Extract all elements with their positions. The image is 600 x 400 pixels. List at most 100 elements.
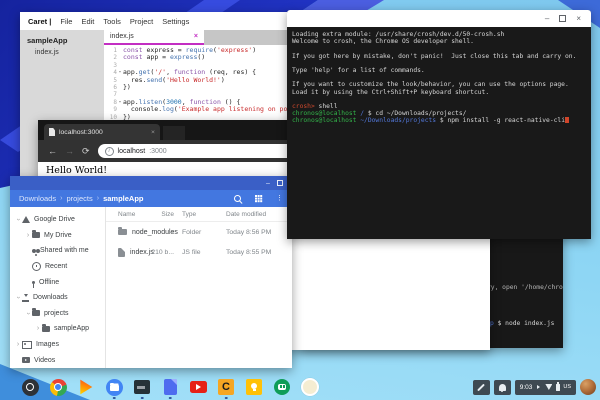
- terminal-text: chronos@localhost: [292, 110, 360, 117]
- code-token: (): [197, 54, 205, 61]
- breadcrumb-separator: ›: [60, 195, 62, 202]
- battery-icon: [556, 384, 560, 391]
- chevron-right-icon[interactable]: ›: [34, 325, 42, 332]
- youtube-icon: [190, 381, 207, 393]
- shelf-app-caret[interactable]: C: [217, 378, 235, 396]
- browser-tab-localhost[interactable]: localhost:3000 ×: [44, 124, 160, 140]
- files-list-header: NameSizeTypeDate modified: [106, 207, 292, 222]
- shelf-app-play[interactable]: [77, 378, 95, 396]
- shelf-app-youtube[interactable]: [189, 378, 207, 396]
- page-info-icon[interactable]: i: [105, 147, 114, 156]
- menu-item-settings[interactable]: Settings: [162, 17, 189, 26]
- code-token: express: [170, 54, 197, 61]
- sidebar-item-google-drive[interactable]: ›Google Drive: [10, 212, 105, 228]
- maximize-icon[interactable]: [559, 15, 566, 22]
- chevron-down-icon[interactable]: ›: [15, 216, 22, 224]
- menu-item-file[interactable]: File: [60, 17, 72, 26]
- new-tab-button[interactable]: [163, 126, 185, 140]
- terminal-line: [292, 45, 591, 52]
- page-text: Hello World!: [46, 165, 107, 176]
- terminal-line: [292, 60, 591, 67]
- grid-view-icon[interactable]: [255, 195, 262, 202]
- minimize-icon[interactable]: –: [266, 180, 270, 187]
- menu-item-tools[interactable]: Tools: [103, 17, 121, 26]
- column-header-type[interactable]: Type: [174, 211, 218, 218]
- sidebar-item-shared-with-me[interactable]: Shared with me: [10, 243, 105, 259]
- column-header-date-modified[interactable]: Date modified: [218, 211, 292, 218]
- crosh-terminal-body[interactable]: Loading extra module: /usr/share/crosh/d…: [287, 27, 591, 239]
- maximize-icon[interactable]: [277, 180, 283, 186]
- wifi-icon: [545, 384, 552, 390]
- page-icon: [49, 128, 55, 136]
- files-list: NameSizeTypeDate modified node_modules--…: [106, 207, 292, 368]
- sidebar-item-projects[interactable]: ›projects: [10, 306, 105, 322]
- search-icon[interactable]: [234, 195, 241, 202]
- column-header-name[interactable]: Name: [106, 211, 144, 218]
- url-host: localhost: [118, 148, 146, 155]
- user-avatar[interactable]: [580, 379, 596, 395]
- line-number: 4: [104, 69, 117, 76]
- shelf-app-ring[interactable]: [301, 378, 319, 396]
- file-icon: [118, 248, 125, 257]
- column-header-size[interactable]: Size: [144, 211, 174, 218]
- terminal-text: If you got here by mistake, don't panic!…: [292, 53, 576, 60]
- back-icon[interactable]: ←: [48, 147, 57, 156]
- chevron-right-icon[interactable]: ›: [24, 232, 32, 239]
- menu-item-project[interactable]: Project: [130, 17, 153, 26]
- shelf-app-launcher[interactable]: [21, 378, 39, 396]
- terminal-text: chronos@localhost: [292, 117, 360, 124]
- sidebar-item-images[interactable]: › Images: [10, 337, 105, 353]
- sidebar-item-my-drive[interactable]: ›My Drive: [10, 228, 105, 244]
- sidebar-item-downloads[interactable]: ›Downloads: [10, 290, 105, 306]
- sidebar-item-videos[interactable]: Videos: [10, 352, 105, 368]
- hangouts-icon: [274, 379, 290, 395]
- menu-item-edit[interactable]: Edit: [81, 17, 94, 26]
- code-token: log: [162, 106, 174, 113]
- drive-icon: [22, 216, 30, 223]
- chevron-right-icon[interactable]: ›: [14, 341, 22, 348]
- breadcrumb-projects[interactable]: projects: [66, 194, 92, 203]
- system-tray[interactable]: 9:03 US: [515, 380, 576, 395]
- code-token: const: [123, 54, 143, 61]
- terminal-node-prompt: p $ node index.js: [490, 320, 554, 327]
- running-indicator: [113, 397, 116, 400]
- line-number: 5: [104, 77, 117, 84]
- files-sidebar: ›Google Drive›My DriveShared with meRece…: [10, 207, 106, 368]
- shelf-app-keep[interactable]: [245, 378, 263, 396]
- stylus-button[interactable]: [473, 380, 490, 395]
- file-row-index.js[interactable]: index.js210 b...JS fileToday 8:55 PM: [106, 242, 292, 262]
- caret-tab-indexjs[interactable]: index.js ×: [104, 30, 204, 45]
- file-row-node_modules[interactable]: node_modules--FolderToday 8:56 PM: [106, 222, 292, 242]
- sidebar-item-sampleapp[interactable]: ›sampleApp: [10, 321, 105, 337]
- terminal-text: shell: [319, 103, 338, 110]
- shelf-app-text[interactable]: [161, 378, 179, 396]
- shelf-app-hangouts[interactable]: [273, 378, 291, 396]
- minimize-icon[interactable]: –: [545, 15, 549, 23]
- close-icon[interactable]: ×: [576, 15, 581, 23]
- sidebar-item-recent[interactable]: Recent: [10, 259, 105, 275]
- line-number: 3: [104, 62, 117, 69]
- caret-project-name[interactable]: sampleApp: [20, 34, 104, 47]
- caret-brand: Caret |: [28, 17, 51, 26]
- chevron-down-icon[interactable]: ›: [25, 309, 32, 317]
- breadcrumb-downloads[interactable]: Downloads: [19, 194, 56, 203]
- caret-tab-close-icon[interactable]: ×: [194, 33, 198, 40]
- reload-icon[interactable]: ⟳: [82, 147, 90, 156]
- shelf-app-files[interactable]: [105, 378, 123, 396]
- more-options-icon[interactable]: ⋮: [276, 195, 283, 202]
- breadcrumb-sampleapp[interactable]: sampleApp: [103, 194, 143, 203]
- forward-icon: →: [65, 147, 74, 156]
- shelf-app-terminal[interactable]: [133, 378, 151, 396]
- chevron-down-icon[interactable]: ›: [15, 294, 22, 302]
- sidebar-item-label: Videos: [34, 357, 55, 364]
- caret-tree-file[interactable]: index.js: [20, 47, 104, 58]
- tab-close-icon[interactable]: ×: [151, 129, 155, 136]
- notifications-button[interactable]: [494, 380, 511, 395]
- files-toolbar: Downloads›projects›sampleApp ⋮: [10, 190, 292, 207]
- terminal-text: $ node index.js: [498, 320, 555, 327]
- shelf-app-chrome[interactable]: [49, 378, 67, 396]
- sidebar-item-label: Images: [36, 341, 59, 348]
- video-icon: [22, 357, 30, 363]
- sidebar-item-offline[interactable]: Offline: [10, 274, 105, 290]
- terminal-text: Type 'help' for a list of commands.: [292, 67, 425, 74]
